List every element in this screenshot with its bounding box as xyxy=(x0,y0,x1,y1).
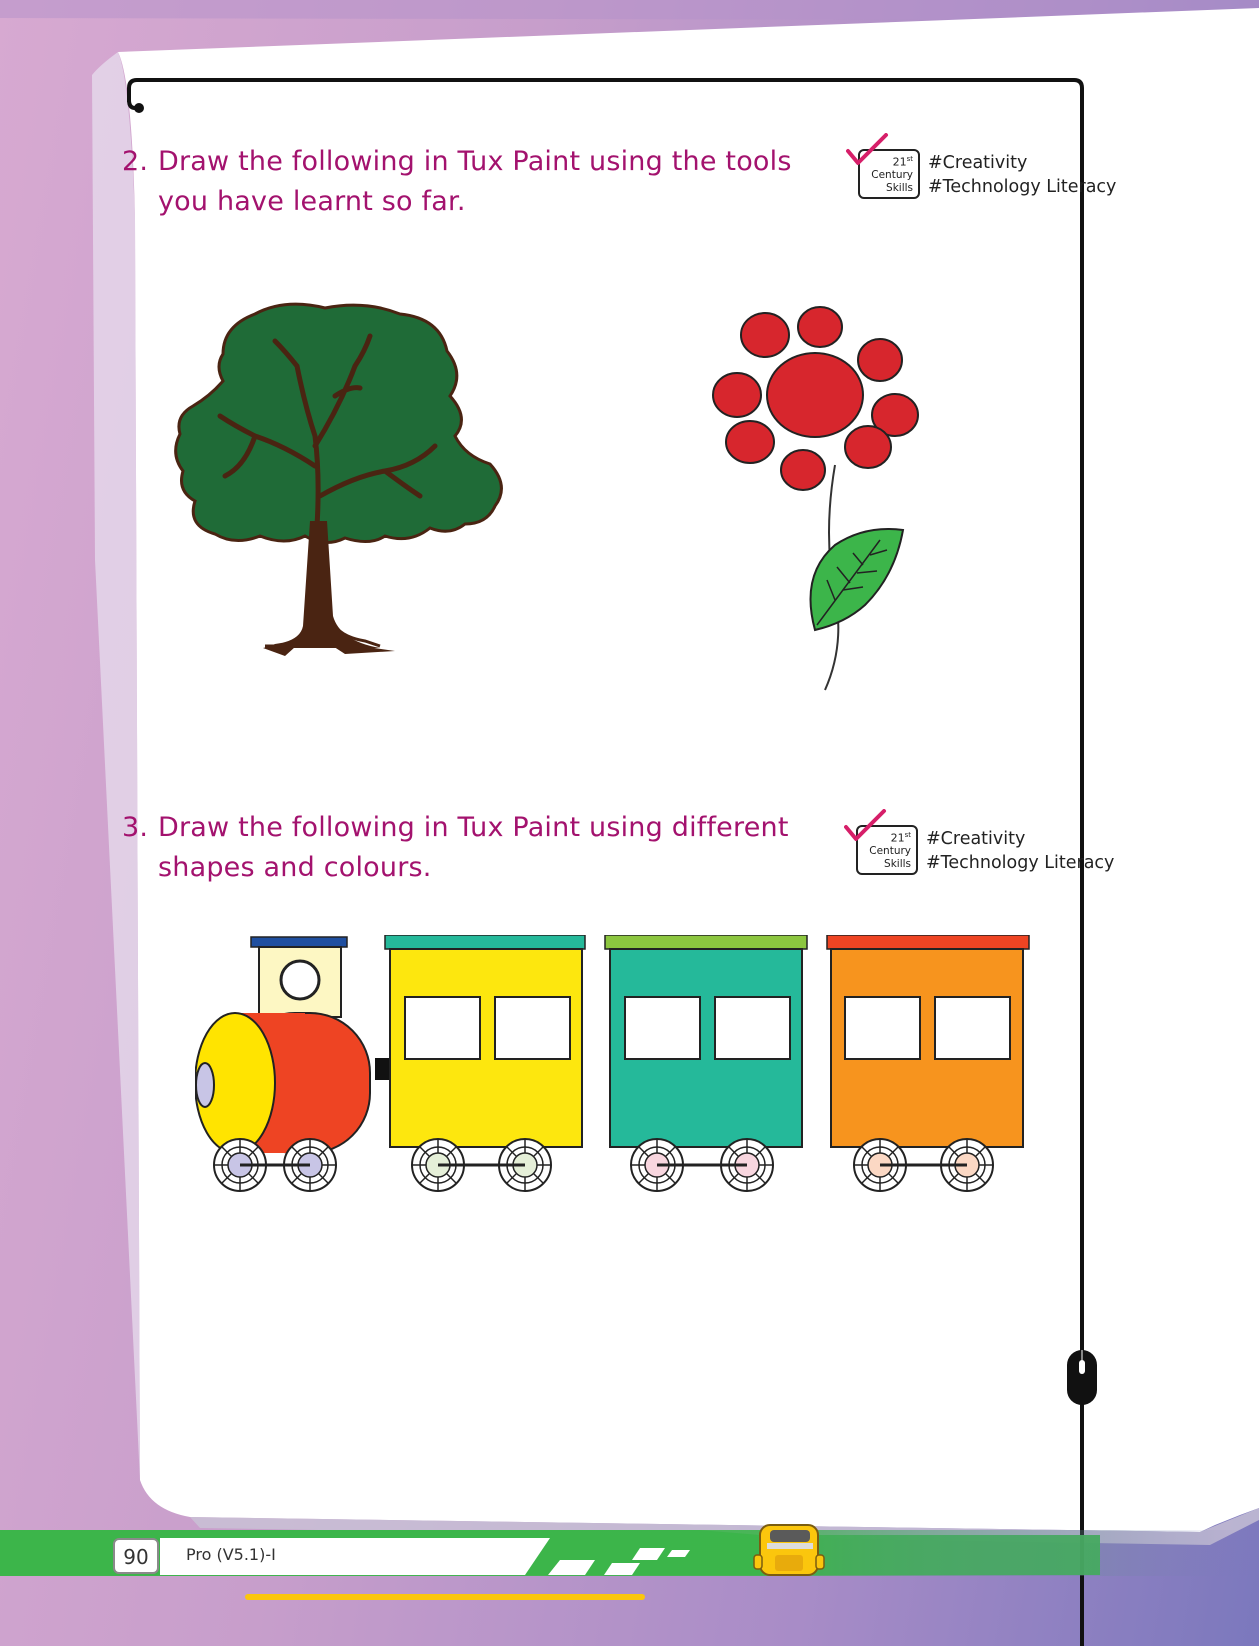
checkmark-icon xyxy=(844,809,886,841)
skills-badge: 21st Century Skills #Creativity #Technol… xyxy=(844,809,1116,877)
question-2: 2. Draw the following in Tux Paint using … xyxy=(122,142,792,222)
flower-icon xyxy=(712,306,919,691)
train-icon xyxy=(195,935,1030,1192)
book-title: Pro (V5.1)-I xyxy=(186,1545,276,1564)
page-number: 90 xyxy=(113,1538,159,1574)
tag-creativity: #Creativity xyxy=(926,829,1026,849)
mouse-icon xyxy=(1067,1350,1097,1405)
skill-tags: #Creativity #Technology Literacy xyxy=(926,827,1114,875)
tag-creativity: #Creativity xyxy=(928,153,1028,173)
tree-icon xyxy=(174,302,503,656)
question-text-line1: Draw the following in Tux Paint using di… xyxy=(158,812,789,843)
question-text-line2: you have learnt so far. xyxy=(158,186,466,217)
robot-mascot-icon xyxy=(753,1524,825,1576)
question-text-line1: Draw the following in Tux Paint using th… xyxy=(158,146,792,177)
question-number: 3. xyxy=(122,812,149,843)
question-3: 3. Draw the following in Tux Paint using … xyxy=(122,808,789,888)
question-text-line2: shapes and colours. xyxy=(158,852,432,883)
question-number: 2. xyxy=(122,146,149,177)
skills-badge: 21st Century Skills #Creativity #Technol… xyxy=(846,133,1118,201)
skill-tags: #Creativity #Technology Literacy xyxy=(928,151,1116,199)
checkmark-icon xyxy=(846,133,888,165)
tag-technology-literacy: #Technology Literacy xyxy=(928,177,1117,197)
paper-sheet xyxy=(118,8,1259,1532)
tag-technology-literacy: #Technology Literacy xyxy=(926,853,1115,873)
